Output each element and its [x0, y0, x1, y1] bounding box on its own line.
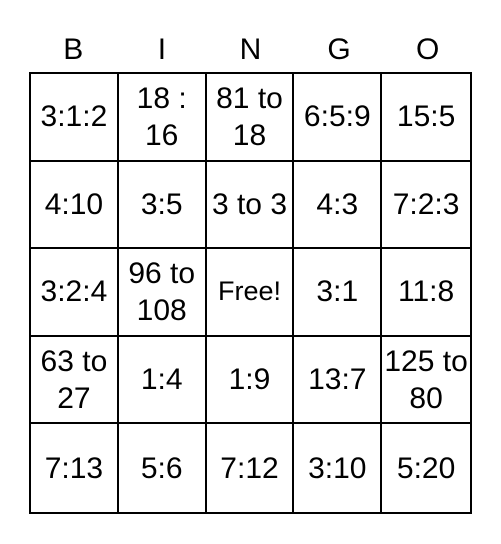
- bingo-cell[interactable]: 3:10: [294, 424, 383, 512]
- bingo-cell[interactable]: 3 to 3: [206, 161, 295, 250]
- bingo-cell[interactable]: 5:20: [382, 424, 470, 512]
- bingo-cell[interactable]: 63 to 27: [31, 336, 119, 425]
- bingo-cell[interactable]: 1:4: [118, 336, 207, 425]
- bingo-cell[interactable]: 6:5:9: [294, 74, 383, 162]
- bingo-cell[interactable]: 81 to 18: [206, 74, 295, 162]
- bingo-cell[interactable]: 15:5: [382, 74, 470, 162]
- header-letter-i: I: [157, 33, 167, 66]
- bingo-cell[interactable]: 3:1: [294, 249, 383, 337]
- bingo-cell[interactable]: 18 : 16: [118, 74, 207, 162]
- free-space-cell[interactable]: Free!: [206, 249, 295, 337]
- header-letter-b: B: [63, 33, 84, 66]
- bingo-cell[interactable]: 11:8: [382, 249, 470, 337]
- header-letter-g: G: [327, 33, 351, 66]
- header-letter-o: O: [416, 33, 440, 66]
- header-letter-n: N: [239, 33, 262, 66]
- bingo-cell[interactable]: 7:2:3: [382, 162, 470, 250]
- bingo-cell[interactable]: 4:3: [294, 161, 383, 250]
- bingo-cell[interactable]: 96 to 108: [118, 249, 207, 337]
- bingo-cell[interactable]: 3:2:4: [31, 249, 119, 337]
- bingo-cell[interactable]: 125 to 80: [382, 337, 470, 425]
- bingo-grid: 3:1:2 18 : 16 81 to 18 6:5:9 15:5 4:10 3…: [29, 72, 472, 514]
- bingo-cell[interactable]: 13:7: [294, 336, 383, 425]
- bingo-cell[interactable]: 5:6: [119, 424, 207, 512]
- bingo-cell[interactable]: 3:1:2: [31, 74, 119, 162]
- bingo-cell[interactable]: 3:5: [118, 161, 207, 250]
- bingo-cell[interactable]: 1:9: [206, 336, 295, 425]
- bingo-cell[interactable]: 7:13: [31, 424, 119, 512]
- bingo-cell[interactable]: 4:10: [31, 161, 119, 250]
- bingo-header: B I N G O: [29, 30, 472, 70]
- bingo-cell[interactable]: 7:12: [207, 424, 295, 512]
